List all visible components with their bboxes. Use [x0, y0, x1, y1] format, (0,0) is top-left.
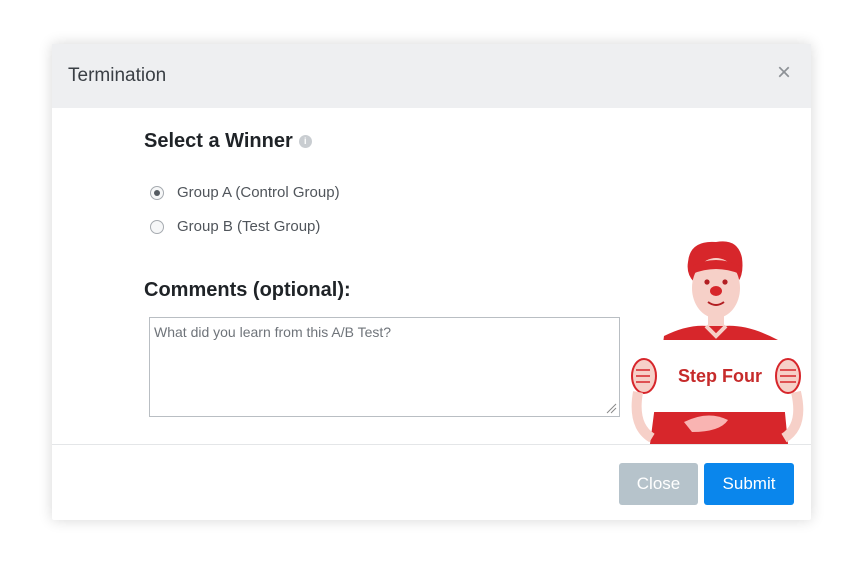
comments-heading: Comments (optional): — [144, 279, 351, 301]
radio-button-group-a[interactable] — [150, 185, 164, 200]
radio-label-group-b: Group B (Test Group) — [177, 218, 321, 235]
comments-field[interactable] — [149, 317, 620, 417]
dialog-header: Termination × — [52, 44, 811, 108]
close-button[interactable]: Close — [619, 463, 698, 505]
resize-handle-icon[interactable] — [605, 402, 617, 414]
step-sign-label: Step Four — [678, 366, 762, 386]
radio-option-group-a[interactable]: Group A (Control Group) — [150, 184, 340, 201]
submit-button[interactable]: Submit — [704, 463, 794, 505]
close-icon[interactable]: × — [773, 61, 795, 85]
select-winner-label: Select a Winner — [144, 130, 293, 152]
mascot-illustration — [631, 241, 804, 444]
dialog-title: Termination — [68, 65, 167, 86]
select-winner-heading: Select a Winner i — [144, 130, 312, 153]
footer-divider — [52, 444, 811, 445]
comments-textarea[interactable] — [150, 318, 619, 416]
radio-label-group-a: Group A (Control Group) — [177, 184, 340, 201]
info-icon[interactable]: i — [298, 135, 312, 149]
radio-option-group-b[interactable]: Group B (Test Group) — [150, 218, 320, 235]
radio-button-group-b[interactable] — [150, 219, 164, 234]
